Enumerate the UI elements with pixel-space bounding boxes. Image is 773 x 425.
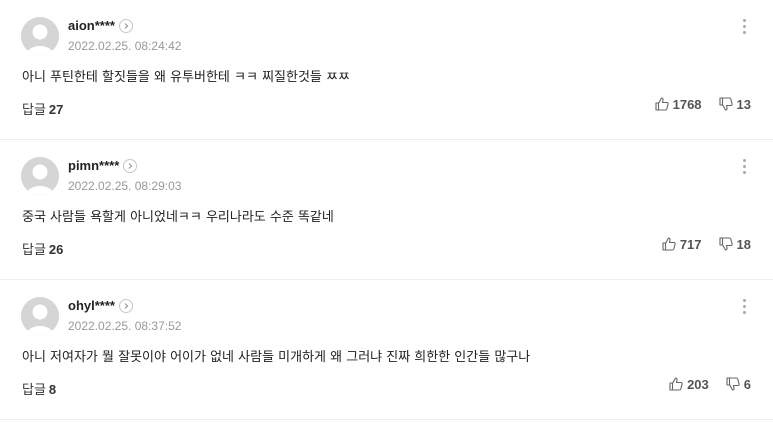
comment-item: pimn**** 2022.02.25. 08:29:03 중국 사람들 욕할게… <box>0 140 773 280</box>
comment-date: 2022.02.25. 08:29:03 <box>68 179 182 193</box>
nickname-text[interactable]: pimn**** <box>68 158 119 173</box>
reply-count: 26 <box>48 242 64 257</box>
thumbs-down-icon <box>718 237 733 251</box>
dislike-count: 18 <box>736 236 751 252</box>
reply-button[interactable]: 답글 8 <box>22 379 56 398</box>
vote-group: 717 18 <box>661 236 751 252</box>
comment-list: aion**** 2022.02.25. 08:24:42 아니 푸틴한테 할짓… <box>0 0 773 420</box>
thumbs-down-icon <box>726 377 740 391</box>
like-button[interactable]: 1768 <box>654 96 702 112</box>
chevron-right-icon[interactable] <box>123 158 138 173</box>
comment-date: 2022.02.25. 08:24:42 <box>68 39 182 53</box>
avatar[interactable] <box>21 157 59 195</box>
reply-count: 27 <box>48 102 64 117</box>
reply-button[interactable]: 답글 27 <box>22 99 63 118</box>
dislike-count: 6 <box>743 376 751 392</box>
reply-label: 답글 <box>22 383 46 398</box>
thumbs-down-icon <box>718 97 733 111</box>
nickname[interactable]: ohyl**** <box>68 298 133 314</box>
dislike-button[interactable]: 13 <box>718 96 751 112</box>
avatar[interactable] <box>21 17 59 55</box>
comment-item: ohyl**** 2022.02.25. 08:37:52 아니 저여자가 뭘 … <box>0 280 773 420</box>
more-options-icon[interactable] <box>741 19 747 37</box>
thumbs-up-icon <box>662 237 676 251</box>
avatar[interactable] <box>21 297 59 335</box>
reply-count: 8 <box>48 382 57 397</box>
thumbs-up-icon <box>655 97 669 111</box>
dislike-button[interactable]: 18 <box>718 236 751 252</box>
comment-text: 중국 사람들 욕할게 아니었네ㅋㅋ 우리나라도 수준 똑같네 <box>22 210 334 225</box>
comment-date: 2022.02.25. 08:37:52 <box>68 319 182 333</box>
chevron-right-icon[interactable] <box>118 298 133 313</box>
like-button[interactable]: 717 <box>661 236 702 252</box>
reply-label: 답글 <box>22 243 46 258</box>
chevron-right-icon[interactable] <box>118 18 133 33</box>
vote-group: 1768 13 <box>654 96 751 112</box>
like-count: 203 <box>687 376 709 392</box>
like-button[interactable]: 203 <box>668 376 709 392</box>
dislike-count: 13 <box>736 96 751 112</box>
dislike-button[interactable]: 6 <box>725 376 751 392</box>
more-options-icon[interactable] <box>741 299 747 317</box>
nickname-text[interactable]: ohyl**** <box>68 298 115 313</box>
comment-text: 아니 푸틴한테 할짓들을 왜 유투버한테 ㅋㅋ 찌질한것들 ㅉㅉ <box>22 70 350 85</box>
comment-item: aion**** 2022.02.25. 08:24:42 아니 푸틴한테 할짓… <box>0 0 773 140</box>
like-count: 1768 <box>672 96 702 112</box>
nickname[interactable]: aion**** <box>68 18 133 34</box>
thumbs-up-icon <box>669 377 683 391</box>
like-count: 717 <box>679 236 702 252</box>
comment-text: 아니 저여자가 뭘 잘못이야 어이가 없네 사람들 미개하게 왜 그러냐 진짜 … <box>22 350 531 365</box>
reply-button[interactable]: 답글 26 <box>22 239 63 258</box>
nickname-text[interactable]: aion**** <box>68 18 115 33</box>
vote-group: 203 6 <box>668 376 751 392</box>
more-options-icon[interactable] <box>741 159 747 177</box>
reply-label: 답글 <box>22 103 46 118</box>
nickname[interactable]: pimn**** <box>68 158 138 174</box>
